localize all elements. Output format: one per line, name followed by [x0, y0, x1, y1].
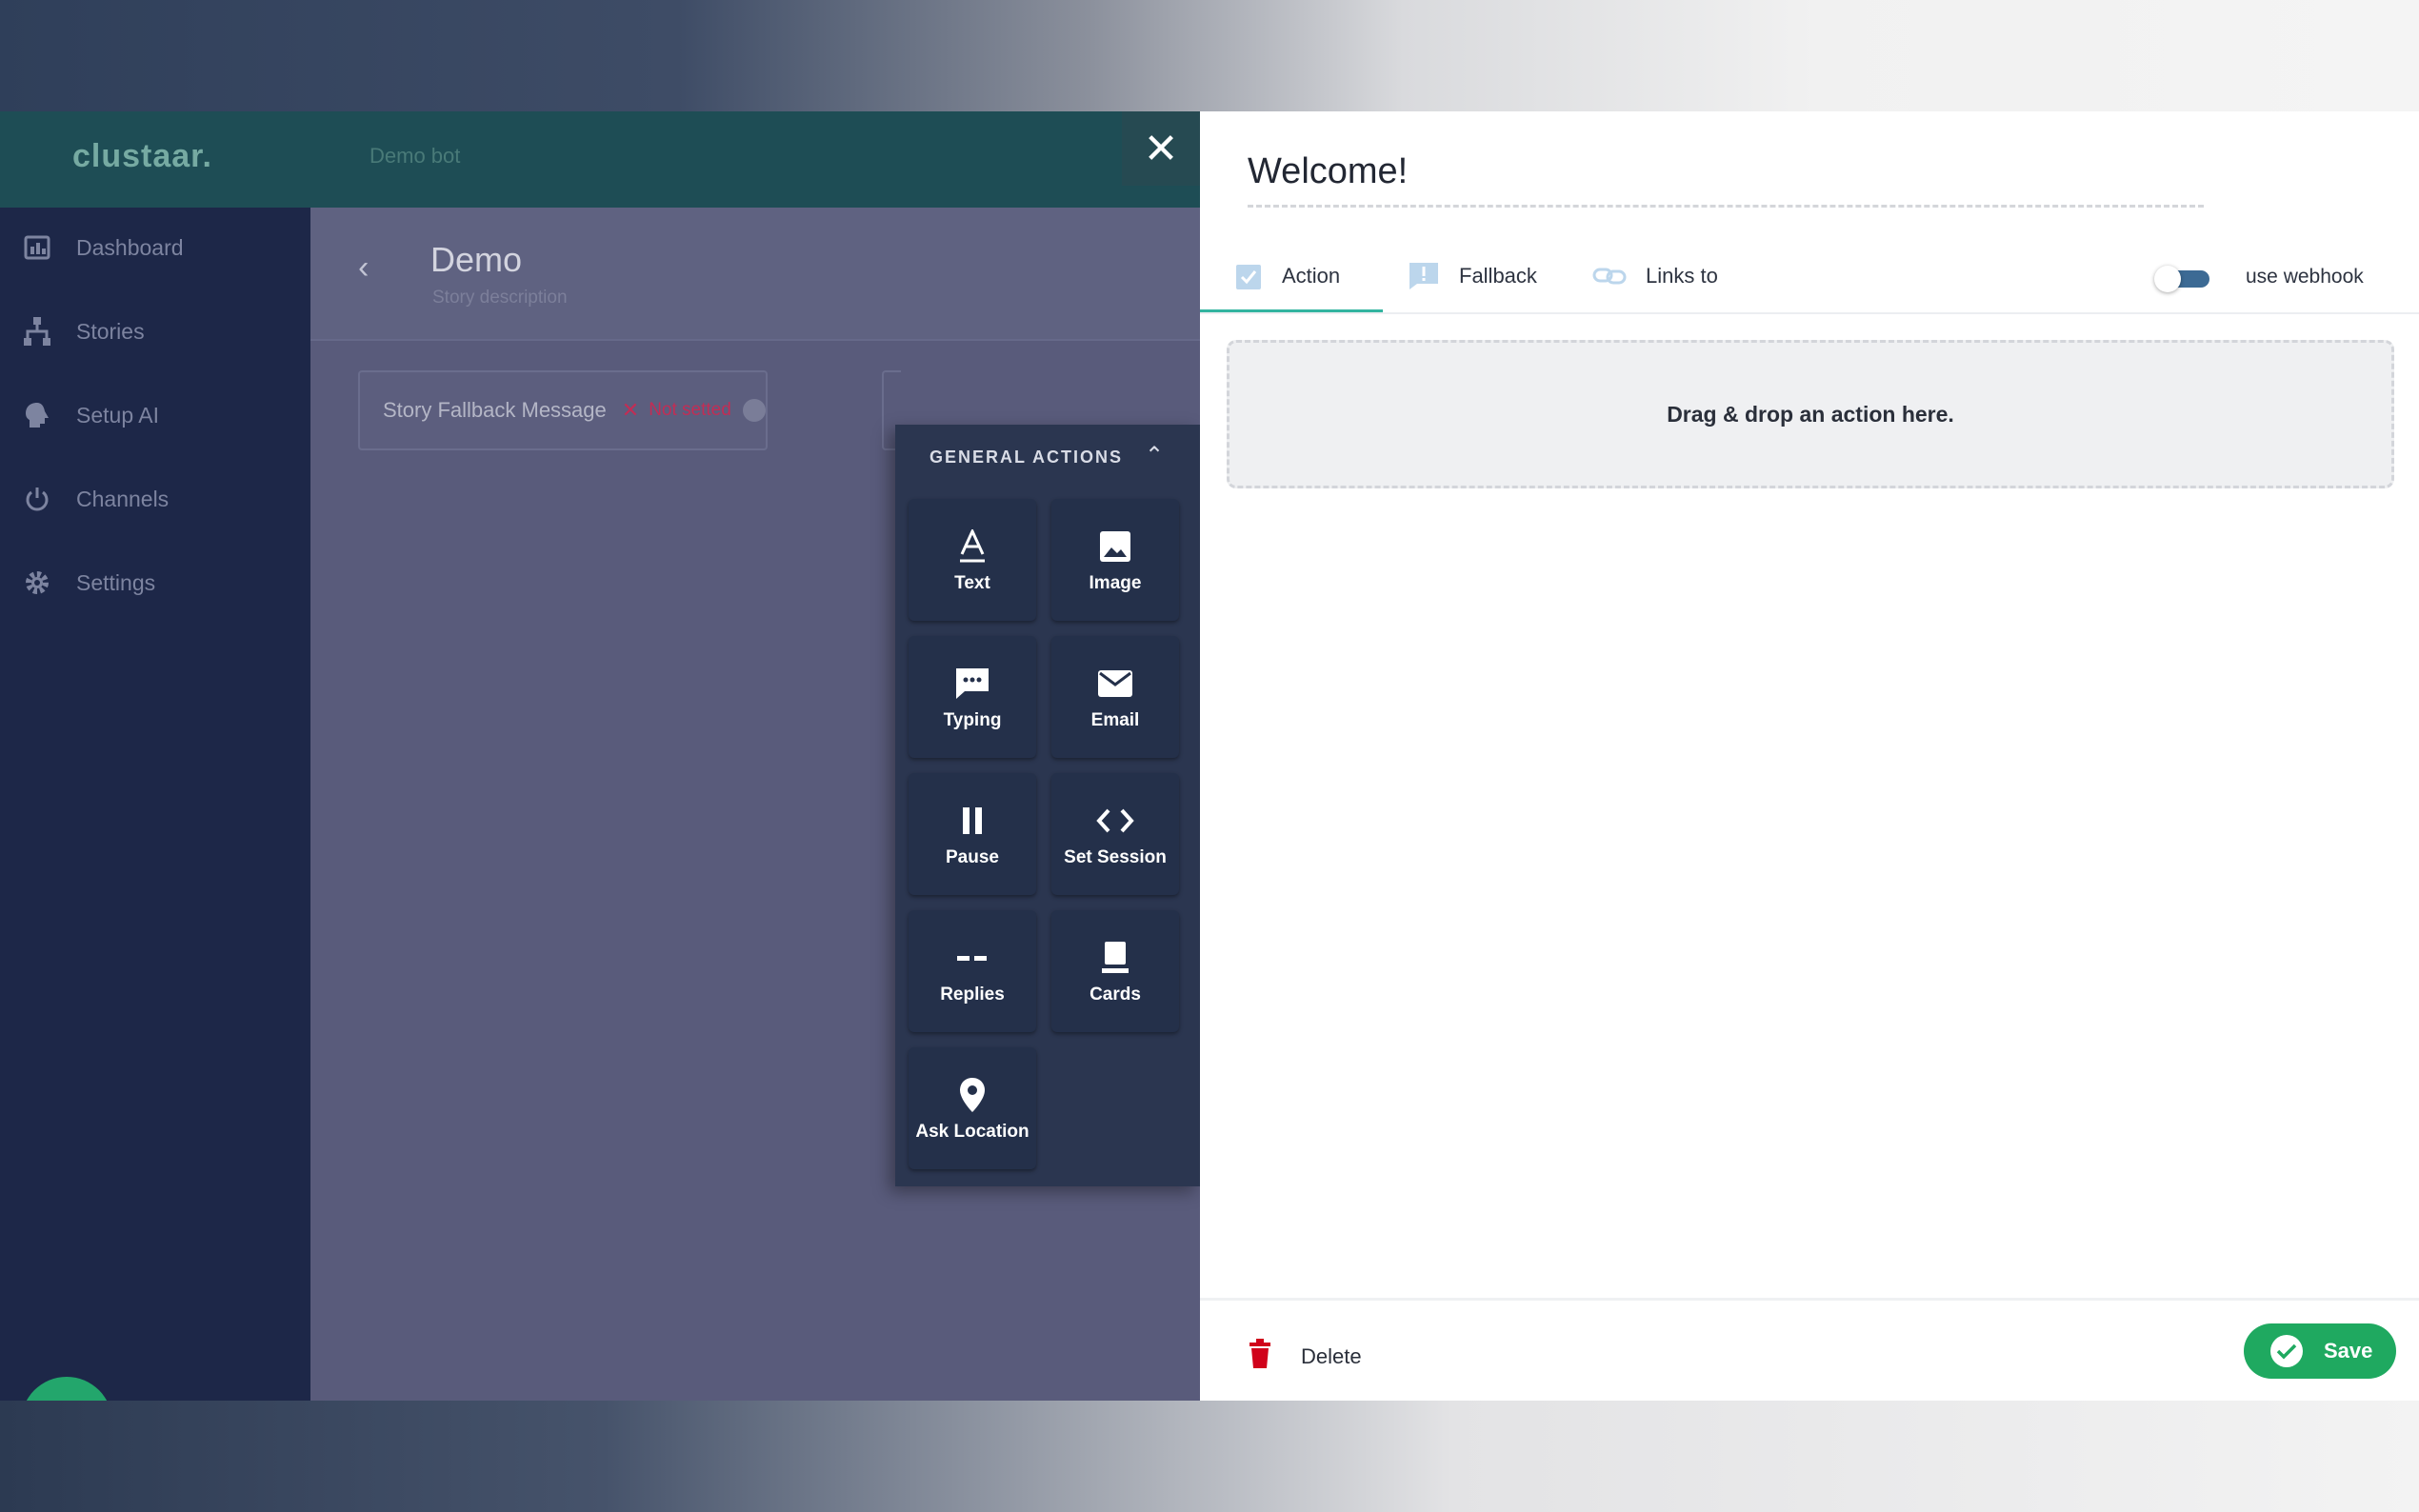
tile-label: Set Session	[1064, 847, 1167, 867]
save-button[interactable]: Save	[2244, 1323, 2396, 1379]
step-editor-panel: Welcome! Action Fallback Links to use we…	[1200, 111, 2419, 1401]
fallback-label: Story Fallback Message	[383, 398, 607, 422]
dashboard-icon	[21, 231, 53, 264]
tile-label: Pause	[946, 847, 999, 867]
typing-icon	[953, 663, 991, 705]
cards-icon	[1100, 937, 1130, 979]
sidebar-item-channels[interactable]: Channels	[21, 480, 169, 518]
tab-fallback[interactable]: Fallback	[1408, 254, 1537, 298]
sidebar-item-stories[interactable]: Stories	[21, 312, 145, 350]
action-dropzone[interactable]: Drag & drop an action here.	[1227, 340, 2394, 488]
editor-footer: Delete Save	[1200, 1298, 2419, 1401]
pause-icon	[958, 800, 987, 842]
action-tile-replies[interactable]: Replies	[909, 910, 1036, 1032]
tab-label: Action	[1282, 264, 1341, 288]
app-window: clustaar. Demo bot ✕ Dashboard Stories S…	[0, 111, 1200, 1401]
image-icon	[1097, 526, 1133, 567]
chevron-up-icon[interactable]: ⌃	[1145, 442, 1164, 469]
tile-label: Cards	[1090, 985, 1141, 1005]
story-fallback-message[interactable]: Story Fallback Message ✕ Not setted	[358, 370, 768, 450]
webhook-label: use webhook	[2246, 266, 2364, 288]
tile-label: Typing	[943, 710, 1002, 730]
chat-icon	[44, 1398, 90, 1402]
text-icon	[958, 526, 987, 567]
sidebar: Dashboard Stories Setup AI Channels Sett…	[0, 208, 310, 1401]
action-tile-email[interactable]: Email	[1051, 636, 1179, 758]
replies-icon	[955, 937, 990, 979]
tab-label: Fallback	[1459, 264, 1537, 288]
tile-label: Replies	[940, 985, 1005, 1005]
tab-links-to[interactable]: Links to	[1592, 254, 1718, 298]
close-button[interactable]: ✕	[1122, 111, 1200, 186]
tile-label: Text	[954, 573, 990, 593]
background-bottom-band	[0, 1401, 2419, 1512]
sidebar-item-label: Stories	[76, 318, 145, 344]
sidebar-item-label: Settings	[76, 569, 156, 595]
info-icon[interactable]	[742, 399, 766, 422]
delete-label: Delete	[1301, 1344, 1362, 1368]
story-title: Demo	[430, 240, 523, 279]
gear-icon	[21, 567, 53, 599]
sidebar-item-settings[interactable]: Settings	[21, 564, 155, 602]
sidebar-item-dashboard[interactable]: Dashboard	[21, 229, 184, 267]
sidebar-item-label: Channels	[76, 486, 170, 511]
action-tile-pause[interactable]: Pause	[909, 773, 1036, 895]
alert-icon	[1408, 261, 1440, 291]
tabs-divider	[1200, 312, 2419, 314]
tab-action[interactable]: Action	[1234, 254, 1340, 298]
dropzone-text: Drag & drop an action here.	[1667, 401, 1954, 427]
action-tile-typing[interactable]: Typing	[909, 636, 1036, 758]
stories-icon	[21, 315, 53, 348]
tile-label: Email	[1090, 710, 1140, 730]
link-icon	[1592, 267, 1627, 286]
sidebar-item-label: Dashboard	[76, 234, 184, 260]
back-button[interactable]: ‹	[358, 249, 369, 287]
check-circle-icon	[2270, 1335, 2303, 1367]
clustaar-logo[interactable]: clustaar.	[72, 138, 212, 175]
title-underline	[1248, 205, 2204, 208]
step-title[interactable]: Welcome!	[1248, 151, 1408, 192]
bot-name: Demo bot	[370, 144, 461, 168]
background-top-band	[0, 0, 2419, 111]
email-icon	[1096, 663, 1134, 705]
close-icon: ✕	[621, 398, 640, 422]
code-icon	[1095, 800, 1135, 842]
action-tile-ask-location[interactable]: Ask Location	[909, 1047, 1036, 1169]
sidebar-item-setup-ai[interactable]: Setup AI	[21, 396, 159, 434]
action-tile-set-session[interactable]: Set Session	[1051, 773, 1179, 895]
story-header: ‹ Demo Story description	[310, 208, 1200, 341]
action-tile-image[interactable]: Image	[1051, 499, 1179, 621]
brain-icon	[21, 399, 53, 431]
general-actions-panel: GENERAL ACTIONS ⌃ Text Image Typing Emai…	[895, 425, 1200, 1186]
fallback-status: Not setted	[649, 400, 731, 420]
save-label: Save	[2324, 1339, 2373, 1363]
app-header: clustaar. Demo bot ✕	[0, 111, 1200, 208]
power-icon	[21, 483, 53, 515]
action-tile-text[interactable]: Text	[909, 499, 1036, 621]
tile-label: Ask Location	[915, 1122, 1030, 1142]
action-tile-cards[interactable]: Cards	[1051, 910, 1179, 1032]
location-pin-icon	[958, 1074, 987, 1116]
toggle-knob	[2154, 266, 2181, 292]
tile-label: Image	[1089, 573, 1142, 593]
webhook-toggle[interactable]	[2154, 266, 2209, 292]
tab-label: Links to	[1646, 264, 1718, 288]
panel-title: GENERAL ACTIONS	[930, 448, 1124, 467]
chat-launcher-button[interactable]	[21, 1377, 112, 1401]
story-description: Story description	[432, 288, 568, 308]
trash-icon	[1248, 1339, 1272, 1375]
sidebar-item-label: Setup AI	[76, 402, 159, 428]
checkbox-icon	[1234, 261, 1263, 291]
delete-button[interactable]: Delete	[1248, 1339, 1362, 1375]
